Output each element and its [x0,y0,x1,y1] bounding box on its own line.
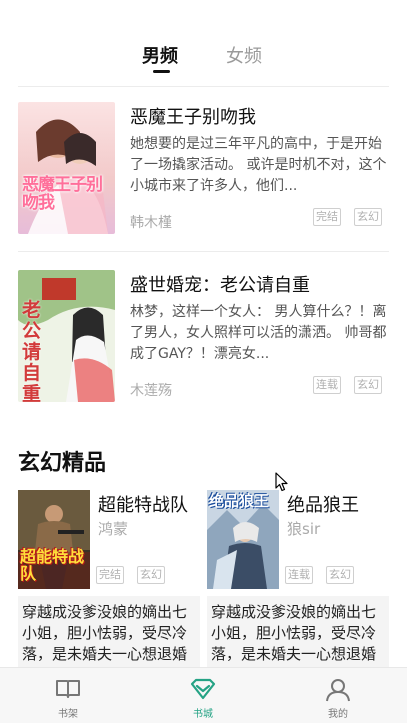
book-description: 林梦，这样一个女人： 男人算什么？！离了男人，女人照样可以活的潇洒。 帅哥都成了… [130,304,387,362]
section-title: 玄幻精品 [18,450,107,476]
book-cover-title: 绝品狼王 [209,492,270,510]
book-author: 狼sir [287,520,321,538]
book-description: 她想要的是过三年平凡的高中，于是开始了一场撬家活动。 或许是时机不对，这个小城市… [130,136,387,194]
genre-tag: 玄幻 [354,376,382,394]
status-tag: 连载 [313,376,341,394]
book-icon [56,680,80,698]
genre-tag: 玄幻 [354,208,382,226]
book-card[interactable]: 超能特战队 超能特战队 鸿蒙 完结 玄幻 穿越成没爹没娘的嫡出七小姐，胆小怯弱，… [18,490,200,668]
book-cover[interactable]: 超能特战队 [18,490,90,589]
nav-label: 书城 [193,709,213,720]
divider [18,251,389,252]
divider [18,86,389,87]
book-title[interactable]: 恶魔王子别吻我 [130,103,256,129]
status-tag: 完结 [96,566,124,584]
nav-item-profile[interactable]: 我的 [298,668,378,723]
book-title[interactable]: 绝品狼王 [287,491,359,517]
tab-active-indicator [153,70,170,73]
book-title[interactable]: 盛世婚宠：老公请自重 [130,271,310,297]
nav-item-bookshelf[interactable]: 书架 [28,668,108,723]
book-author: 鸿蒙 [98,520,129,538]
nav-label: 我的 [328,709,348,720]
status-tag: 连载 [285,566,313,584]
bottom-nav: 书架 书城 我的 [0,667,407,723]
book-cover-title: 老公请自重 [22,299,42,403]
book-item[interactable]: 恶魔王子别吻我 恶魔王子别吻我 她想要的是过三年平凡的高中，于是开始了一场撬家活… [18,102,389,234]
book-cover-title: 恶魔王子别吻我 [22,175,103,213]
book-cover[interactable]: 恶魔王子别吻我 [18,102,115,234]
genre-tag: 玄幻 [137,566,165,584]
mouse-cursor-icon [275,472,289,496]
book-description: 穿越成没爹没娘的嫡出七小姐，胆小怯弱，受尽冷落，是未婚夫一心想退婚 [207,596,389,668]
top-tabs: 男频 女频 [0,38,407,78]
book-item[interactable]: 老公请自重 盛世婚宠：老公请自重 林梦，这样一个女人： 男人算什么？！离了男人，… [18,270,389,402]
store-icon [190,678,216,700]
nav-item-bookstore[interactable]: 书城 [163,668,243,723]
nav-label: 书架 [58,709,78,720]
book-cover[interactable]: 绝品狼王 [207,490,279,589]
genre-tag: 玄幻 [326,566,354,584]
tab-male[interactable]: 男频 [142,42,178,68]
tab-female[interactable]: 女频 [226,42,262,68]
book-cover[interactable]: 老公请自重 [18,270,115,402]
book-cover-title: 超能特战队 [20,547,85,583]
book-title[interactable]: 超能特战队 [98,491,188,517]
book-description: 穿越成没爹没娘的嫡出七小姐，胆小怯弱，受尽冷落，是未婚夫一心想退婚 [18,596,200,668]
book-author: 韩木槿 [130,215,172,231]
person-icon [326,679,350,702]
book-author: 木莲殇 [130,383,172,399]
status-tag: 完结 [313,208,341,226]
book-card[interactable]: 绝品狼王 绝品狼王 狼sir 连载 玄幻 穿越成没爹没娘的嫡出七小姐，胆小怯弱，… [207,490,389,668]
